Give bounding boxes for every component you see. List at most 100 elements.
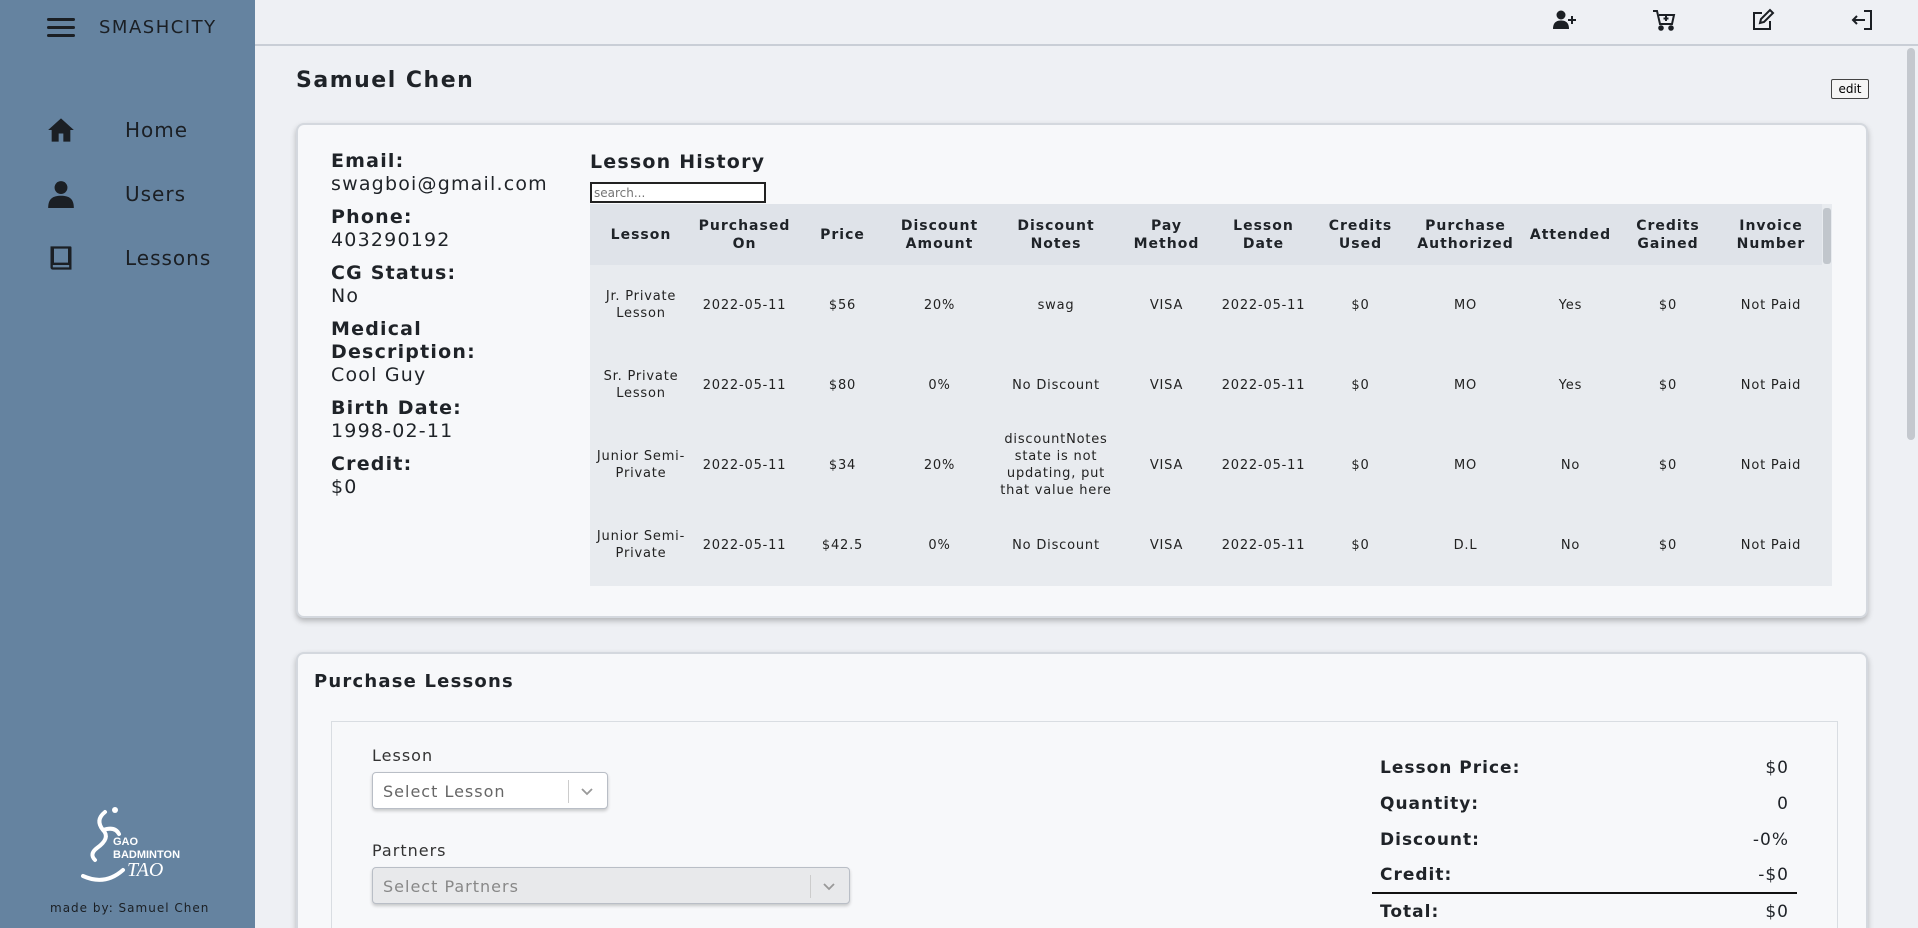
purchase-title: Purchase Lessons xyxy=(314,671,514,692)
table-cell: Not Paid xyxy=(1740,537,1802,553)
lesson-history-title: Lesson History xyxy=(590,151,766,173)
phone-field: Phone: 403290192 xyxy=(331,206,561,252)
table-cell: $0 xyxy=(1351,457,1370,473)
search-input[interactable] xyxy=(590,182,766,203)
summary-row-credit: Credit: -$0 xyxy=(1372,858,1797,894)
column-header[interactable]: Attended xyxy=(1525,204,1616,265)
field-value: No xyxy=(331,285,360,307)
table-cell: Not Paid xyxy=(1740,297,1802,313)
partners-select[interactable]: Select Partners xyxy=(372,867,850,904)
birth-date-field: Birth Date: 1998-02-11 xyxy=(331,397,561,443)
table-cell: MO xyxy=(1453,457,1478,473)
column-header[interactable]: Purchase Authorized xyxy=(1406,204,1525,265)
field-label: Credit: xyxy=(331,453,413,475)
table-cell: 20% xyxy=(923,457,956,473)
purchase-card: Purchase Lessons Lesson Select Lesson Pa… xyxy=(296,652,1868,928)
purchase-form: Lesson Select Lesson Partners Select Par… xyxy=(331,721,1838,928)
summary-value: -$0 xyxy=(1758,865,1789,885)
table-cell: Yes xyxy=(1558,377,1583,393)
column-header[interactable]: Discount Notes xyxy=(991,204,1121,265)
table-scrollbar-thumb[interactable] xyxy=(1823,208,1831,264)
table-cell: 2022-05-11 xyxy=(702,377,787,393)
partners-select-placeholder: Select Partners xyxy=(383,877,519,896)
summary-row-quantity: Quantity: 0 xyxy=(1372,786,1797,822)
lesson-select-placeholder: Select Lesson xyxy=(383,782,506,801)
table-row[interactable]: Junior Semi-Private 2022-05-11 $42.5 0% … xyxy=(590,505,1822,585)
field-value: 1998-02-11 xyxy=(331,420,454,442)
add-user-icon[interactable] xyxy=(1551,7,1577,33)
price-summary: Lesson Price: $0 Quantity: 0 Discount: -… xyxy=(1372,750,1797,928)
table-cell: $0 xyxy=(1351,537,1370,553)
column-header[interactable]: Discount Amount xyxy=(888,204,991,265)
table-cell: Junior Semi-Private xyxy=(596,529,686,561)
lesson-select[interactable]: Select Lesson xyxy=(372,772,608,809)
table-cell: D.L xyxy=(1453,537,1478,553)
table-cell: $0 xyxy=(1658,457,1678,473)
sidebar-item-lessons[interactable]: Lessons xyxy=(0,226,255,290)
top-bar xyxy=(255,0,1918,46)
column-header[interactable]: Lesson xyxy=(590,204,692,265)
cg-status-field: CG Status: No xyxy=(331,262,561,308)
table-cell: $0 xyxy=(1351,297,1370,313)
sidebar-item-label: Home xyxy=(125,118,189,142)
page-title: Samuel Chen xyxy=(296,68,475,93)
column-header[interactable]: Purchased On xyxy=(692,204,797,265)
menu-icon[interactable] xyxy=(47,16,75,38)
sidebar: SMASHCITY Home Users Lessons GAO BADMINT… xyxy=(0,0,255,928)
table-cell: VISA xyxy=(1149,377,1184,393)
chevron-down-icon xyxy=(823,883,835,891)
table-cell: Yes xyxy=(1558,297,1583,313)
column-header[interactable]: Credits Used xyxy=(1315,204,1406,265)
table-cell: 2022-05-11 xyxy=(1221,297,1306,313)
page-scrollbar-thumb[interactable] xyxy=(1907,48,1915,440)
summary-label: Lesson Price: xyxy=(1380,758,1521,778)
summary-row-lesson-price: Lesson Price: $0 xyxy=(1372,750,1797,786)
table-scrollbar[interactable] xyxy=(1822,204,1832,586)
field-value: 403290192 xyxy=(331,229,451,251)
sidebar-item-users[interactable]: Users xyxy=(0,162,255,226)
table-cell: Sr. Private Lesson xyxy=(603,369,679,401)
summary-label: Quantity: xyxy=(1380,794,1480,814)
table-row[interactable]: Junior Semi-Private 2022-05-11 $34 20% d… xyxy=(590,425,1822,505)
select-separator xyxy=(568,780,569,803)
column-header[interactable]: Price xyxy=(797,204,888,265)
table-cell: 0% xyxy=(928,377,951,393)
sidebar-item-label: Lessons xyxy=(125,246,212,270)
edit-icon[interactable] xyxy=(1750,7,1776,33)
user-info: Email: swagboi@gmail.com Phone: 40329019… xyxy=(331,150,561,509)
column-header[interactable]: Invoice Number xyxy=(1720,204,1822,265)
table-cell: $0 xyxy=(1351,377,1370,393)
column-header[interactable]: Pay Method xyxy=(1121,204,1212,265)
chevron-down-icon xyxy=(581,788,593,796)
sidebar-item-home[interactable]: Home xyxy=(0,98,255,162)
table-cell: 2022-05-11 xyxy=(702,537,787,553)
field-value: Cool Guy xyxy=(331,364,427,386)
app-title: SMASHCITY xyxy=(99,16,217,38)
table-cell: No xyxy=(1560,537,1581,553)
column-header[interactable]: Credits Gained xyxy=(1616,204,1720,265)
field-label: Birth Date: xyxy=(331,397,462,419)
table-cell: $56 xyxy=(828,297,857,313)
table-row[interactable]: Jr. Private Lesson 2022-05-11 $56 20% sw… xyxy=(590,265,1822,345)
page-scrollbar[interactable] xyxy=(1904,46,1918,928)
svg-text:TAO: TAO xyxy=(127,859,163,881)
book-icon xyxy=(50,246,72,270)
table-cell: $80 xyxy=(828,377,857,393)
table-cell: $42.5 xyxy=(821,537,864,553)
table-cell: Jr. Private Lesson xyxy=(605,289,677,321)
column-header[interactable]: Lesson Date xyxy=(1212,204,1315,265)
field-label: Medical Description: xyxy=(331,318,476,363)
field-label: Email: xyxy=(331,150,405,172)
table-row[interactable]: Sr. Private Lesson 2022-05-11 $80 0% No … xyxy=(590,345,1822,425)
table-cell: Not Paid xyxy=(1740,457,1802,473)
table-cell: Junior Semi-Private xyxy=(596,449,686,481)
edit-button[interactable]: edit xyxy=(1831,79,1869,99)
table-cell: VISA xyxy=(1149,537,1184,553)
logout-icon[interactable] xyxy=(1849,7,1875,33)
summary-value: 0 xyxy=(1777,794,1789,814)
cart-icon[interactable] xyxy=(1651,7,1677,33)
lesson-history-table: Lesson Purchased On Price Discount Amoun… xyxy=(590,204,1832,586)
table-header-row: Lesson Purchased On Price Discount Amoun… xyxy=(590,204,1822,265)
table-cell: No xyxy=(1560,457,1581,473)
logo: GAO BADMINTON TAO xyxy=(81,807,180,882)
